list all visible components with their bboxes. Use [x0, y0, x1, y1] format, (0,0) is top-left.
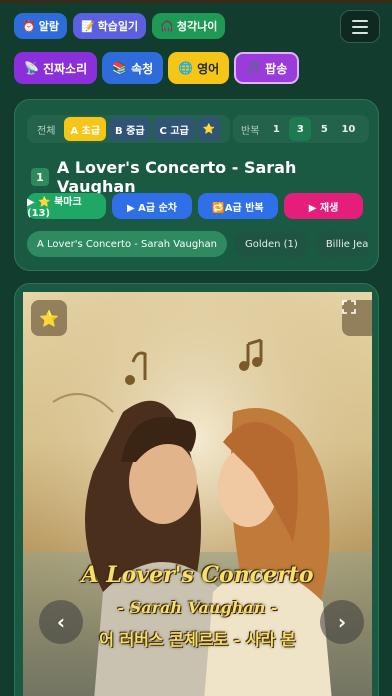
song-title: A Lover's Concerto - Sarah Vaughan	[56, 158, 297, 196]
repeat-option-1[interactable]: 1	[265, 117, 287, 141]
menu-line	[352, 25, 368, 28]
tab-english[interactable]: 🌐 영어	[168, 52, 230, 84]
star-icon: ⭐	[39, 308, 59, 328]
menu-line	[352, 31, 368, 34]
tab-label: 속청	[131, 61, 154, 76]
alarm-clock-icon: ⏰	[22, 19, 36, 33]
fullscreen-button[interactable]	[342, 300, 372, 336]
star-filter-icon[interactable]: ⭐	[197, 117, 220, 141]
playlist-chip[interactable]: Golden (1)	[234, 231, 308, 257]
tab-label: 영어	[197, 61, 220, 76]
playlist-chip-active[interactable]: A Lover's Concerto - Sarah Vaughan	[27, 231, 227, 257]
study-diary-button[interactable]: 📝 학습일기	[72, 13, 147, 39]
current-song: 1 A Lover's Concerto - Sarah Vaughan	[31, 158, 378, 196]
alarm-button[interactable]: ⏰ 알람	[14, 13, 67, 39]
hearing-age-button[interactable]: 🎧 청각나이	[152, 13, 226, 39]
hamburger-menu-button[interactable]	[340, 10, 380, 43]
song-control-panel: 전체 A 초급 B 중급 C 고급 ⭐ 반복 1 3 5 10 1 A Love…	[14, 99, 379, 271]
a-repeat-button[interactable]: 🔁A급 반복	[198, 193, 278, 219]
repeat-option-10[interactable]: 10	[337, 117, 359, 141]
action-buttons: ▶ ⭐ 북마크 (13) ▶ A급 순차 🔁A급 반복 ▶ 재생	[27, 193, 363, 219]
headphones-icon: 🎧	[160, 19, 174, 33]
tab-label: 팝송	[265, 61, 288, 76]
tab-speed-listening[interactable]: 📚 속청	[102, 52, 164, 84]
artwork-title: A Lover's Concerto	[81, 562, 314, 588]
repeat-option-3[interactable]: 3	[289, 117, 312, 141]
artwork-player: ⭐ A Lover's Concerto - Sarah Vaughan - 어…	[14, 283, 379, 696]
bookmark-play-button[interactable]: ▶ ⭐ 북마크 (13)	[27, 193, 106, 219]
level-filter: 전체 A 초급 B 중급 C 고급 ⭐	[27, 115, 230, 143]
chevron-right-icon: ›	[337, 610, 347, 634]
books-icon: 📚	[112, 61, 128, 75]
music-note-icon: 🎵	[246, 61, 262, 75]
category-tabs: 📡 진짜소리 📚 속청 🌐 영어 🎵 팝송	[14, 52, 300, 84]
level-all[interactable]: 전체	[31, 117, 61, 141]
hearing-age-label: 청각나이	[176, 20, 218, 33]
fullscreen-icon	[342, 300, 356, 314]
top-strip	[0, 0, 392, 3]
next-button[interactable]: ›	[320, 600, 364, 644]
bookmark-star-button[interactable]: ⭐	[31, 300, 67, 336]
level-b-intermediate[interactable]: B 중급	[109, 117, 151, 141]
level-c-advanced[interactable]: C 고급	[153, 117, 195, 141]
notebook-icon: 📝	[80, 19, 95, 33]
level-a-beginner[interactable]: A 초급	[64, 117, 107, 141]
repeat-label: 반복	[241, 125, 260, 137]
chevron-left-icon: ‹	[56, 610, 66, 634]
menu-line	[352, 19, 368, 22]
previous-button[interactable]: ‹	[39, 600, 83, 644]
song-number-badge: 1	[31, 168, 49, 186]
play-button[interactable]: ▶ 재생	[284, 193, 363, 219]
tab-real-sound[interactable]: 📡 진짜소리	[14, 52, 98, 84]
repeat-option-5[interactable]: 5	[313, 117, 335, 141]
playlist-chips: A Lover's Concerto - Sarah Vaughan Golde…	[27, 231, 368, 257]
globe-icon: 🌐	[178, 61, 194, 75]
satellite-icon: 📡	[24, 61, 39, 75]
repeat-selector: 반복 1 3 5 10	[233, 115, 369, 143]
top-menu: ⏰ 알람 📝 학습일기 🎧 청각나이	[14, 13, 226, 39]
tab-label: 진짜소리	[42, 61, 88, 76]
playlist-chip[interactable]: Billie Jean	[315, 231, 368, 257]
study-diary-label: 학습일기	[97, 20, 139, 33]
tab-pop-songs[interactable]: 🎵 팝송	[234, 52, 300, 84]
album-artwork: ⭐ A Lover's Concerto - Sarah Vaughan - 어…	[23, 292, 372, 696]
alarm-label: 알람	[38, 20, 59, 33]
a-sequential-button[interactable]: ▶ A급 순차	[112, 193, 192, 219]
